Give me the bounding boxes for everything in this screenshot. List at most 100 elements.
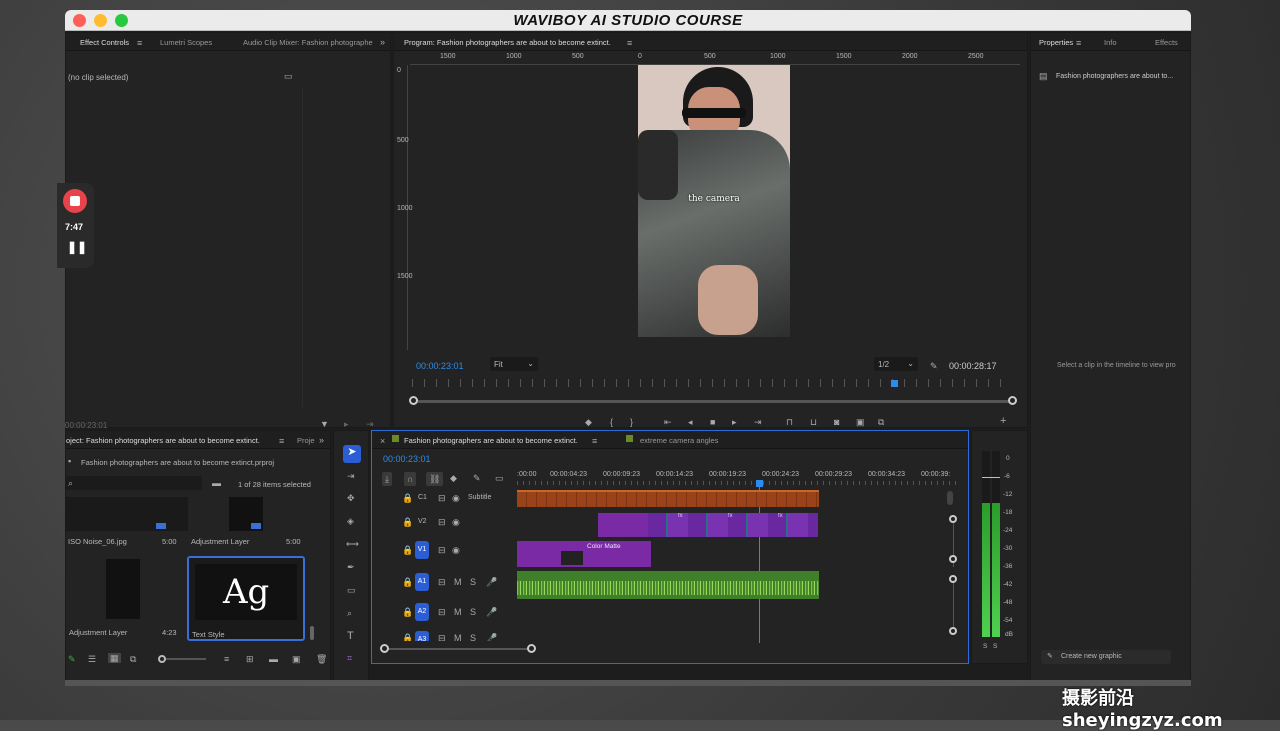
add-marker-icon[interactable]: ◆ <box>450 473 457 483</box>
wrench-icon[interactable]: ✎ <box>930 361 938 371</box>
trash-icon[interactable]: 🗑 <box>316 654 327 664</box>
tab-sequence-main[interactable]: Fashion photographers are about to becom… <box>404 436 578 445</box>
hand-tool-icon[interactable]: ⌕ <box>347 608 352 618</box>
video-clip[interactable]: fx fx fx <box>648 513 818 537</box>
selection-tool-icon[interactable]: ➤ <box>343 445 361 463</box>
text-style-thumbnail[interactable]: Ag Text Style <box>187 556 305 641</box>
h-scroll-handle-right[interactable] <box>527 644 536 653</box>
tab-sequence-2[interactable]: extreme camera angles <box>640 436 718 445</box>
sync-icon[interactable]: ⊟ <box>438 633 446 641</box>
lock-icon[interactable]: 🔒 <box>402 545 413 555</box>
tab-effects[interactable]: Effects <box>1155 38 1178 47</box>
mark-out-icon[interactable]: } <box>630 417 633 427</box>
zoom-bar[interactable] <box>412 400 1014 403</box>
menu-icon[interactable]: ≡ <box>279 436 284 446</box>
create-new-graphic-button[interactable]: ✎ Create new graphic <box>1041 650 1171 664</box>
color-matte-clip[interactable]: Color Matte <box>517 541 651 567</box>
track-target-a1[interactable]: A1 <box>415 573 429 591</box>
tab-effect-controls[interactable]: Effect Controls <box>80 38 129 47</box>
solo-icon[interactable]: S <box>470 577 476 587</box>
zoom-handle-right[interactable] <box>1008 396 1017 405</box>
slip-tool-icon[interactable]: ⟷ <box>346 539 359 549</box>
sort-icon[interactable]: ≡ <box>224 654 229 664</box>
snap-icon[interactable]: ∩ <box>404 472 417 486</box>
mute-icon[interactable]: M <box>454 607 462 617</box>
h-scroll-handle-left[interactable] <box>380 644 389 653</box>
mic-icon[interactable]: 🎤 <box>486 633 497 641</box>
list-view-icon[interactable]: ☰ <box>88 654 96 664</box>
scrubber-ticks[interactable] <box>412 379 1012 387</box>
tab-project-2[interactable]: Proje <box>297 436 315 445</box>
track-scroll-handle[interactable] <box>949 627 957 635</box>
timeline-playhead[interactable] <box>756 480 763 487</box>
solo-icon[interactable]: S <box>470 633 476 641</box>
mic-icon[interactable]: 🎤 <box>486 577 497 587</box>
lock-icon[interactable]: 🔒 <box>402 607 413 617</box>
tab-lumetri-scopes[interactable]: Lumetri Scopes <box>160 38 212 47</box>
tab-properties[interactable]: Properties <box>1039 38 1073 47</box>
sync-icon[interactable]: ⊟ <box>438 545 446 555</box>
step-back-icon[interactable]: ◂ <box>688 417 693 427</box>
mute-icon[interactable]: M <box>454 633 462 641</box>
pause-icon[interactable]: ❚❚ <box>67 240 87 254</box>
lock-icon[interactable]: 🔒 <box>402 633 413 641</box>
caption-tool-icon[interactable]: ⌗ <box>347 653 352 663</box>
panel-toggle-icon[interactable]: ▭ <box>284 71 293 81</box>
filter-icon[interactable]: ▼ <box>320 419 329 429</box>
audio-clip[interactable] <box>517 571 819 599</box>
project-search-input[interactable]: ⌕ <box>66 476 202 490</box>
new-bin-icon[interactable]: ▬ <box>269 654 278 664</box>
track-target-v1[interactable]: V1 <box>415 541 429 559</box>
menu-icon[interactable]: ≡ <box>627 38 632 48</box>
scrollbar[interactable] <box>310 626 314 640</box>
rectangle-tool-icon[interactable]: ▭ <box>347 585 356 595</box>
lift-icon[interactable]: ⊓ <box>786 417 793 427</box>
sync-icon[interactable]: ⊟ <box>438 493 446 503</box>
mark-in-icon[interactable]: { <box>610 417 613 427</box>
track-target-a3[interactable]: A3 <box>415 631 429 641</box>
export-icon[interactable]: ⇥ <box>366 419 374 429</box>
sync-icon[interactable]: ⊟ <box>438 577 446 587</box>
go-to-out-icon[interactable]: ⇥ <box>754 417 762 427</box>
razor-tool-icon[interactable]: ◈ <box>347 516 354 526</box>
menu-icon[interactable]: ≡ <box>1076 38 1081 48</box>
track-target-a2[interactable]: A2 <box>415 603 429 621</box>
track-select-tool-icon[interactable]: ⇥ <box>347 471 355 481</box>
camera-icon[interactable]: ◙ <box>834 417 839 427</box>
captions-icon[interactable]: ▭ <box>495 473 504 483</box>
vertical-scrollbar[interactable] <box>947 491 953 505</box>
resolution-dropdown[interactable]: 1/2 ⌄ <box>874 357 918 371</box>
tab-program[interactable]: Program: Fashion photographers are about… <box>404 38 611 47</box>
nest-icon[interactable]: ⤓ <box>382 472 392 486</box>
sync-icon[interactable]: ⊟ <box>438 607 446 617</box>
track-scroll-handle[interactable] <box>949 555 957 563</box>
eye-icon[interactable]: ◉ <box>452 517 460 527</box>
lock-icon[interactable]: 🔒 <box>402 577 413 587</box>
iso-noise-thumbnail[interactable] <box>66 497 188 531</box>
lock-icon[interactable]: 🔒 <box>402 493 413 503</box>
menu-icon[interactable]: ≡ <box>592 436 597 446</box>
adjustment-layer-2-thumbnail[interactable] <box>106 559 140 619</box>
pencil-icon[interactable]: ✎ <box>68 654 76 664</box>
stop-icon[interactable]: ■ <box>710 417 715 427</box>
mic-icon[interactable]: 🎤 <box>486 607 497 617</box>
zoom-handle-left[interactable] <box>409 396 418 405</box>
menu-icon[interactable]: ≡ <box>137 38 142 48</box>
type-tool-icon[interactable]: T <box>347 631 354 642</box>
lock-icon[interactable]: 🔒 <box>402 517 413 527</box>
fit-dropdown[interactable]: Fit ⌄ <box>490 357 538 371</box>
more-panels-icon[interactable]: » <box>380 37 385 47</box>
timeline-settings-icon[interactable]: ✎ <box>473 473 481 483</box>
play-audio-icon[interactable]: ▸ <box>344 419 349 429</box>
mute-icon[interactable]: M <box>454 577 462 587</box>
solo-left-button[interactable]: S <box>983 643 987 650</box>
track-scroll-handle[interactable] <box>949 515 957 523</box>
tab-info[interactable]: Info <box>1104 38 1117 47</box>
more-panels-icon[interactable]: » <box>319 435 324 445</box>
zoom-slider[interactable] <box>166 658 206 660</box>
eye-icon[interactable]: ◉ <box>452 493 460 503</box>
new-bin-icon[interactable]: ▬ <box>212 478 221 488</box>
compare-icon[interactable]: ▣ <box>856 417 865 427</box>
video-clip[interactable] <box>598 513 648 537</box>
step-forward-icon[interactable]: ▸ <box>732 417 737 427</box>
